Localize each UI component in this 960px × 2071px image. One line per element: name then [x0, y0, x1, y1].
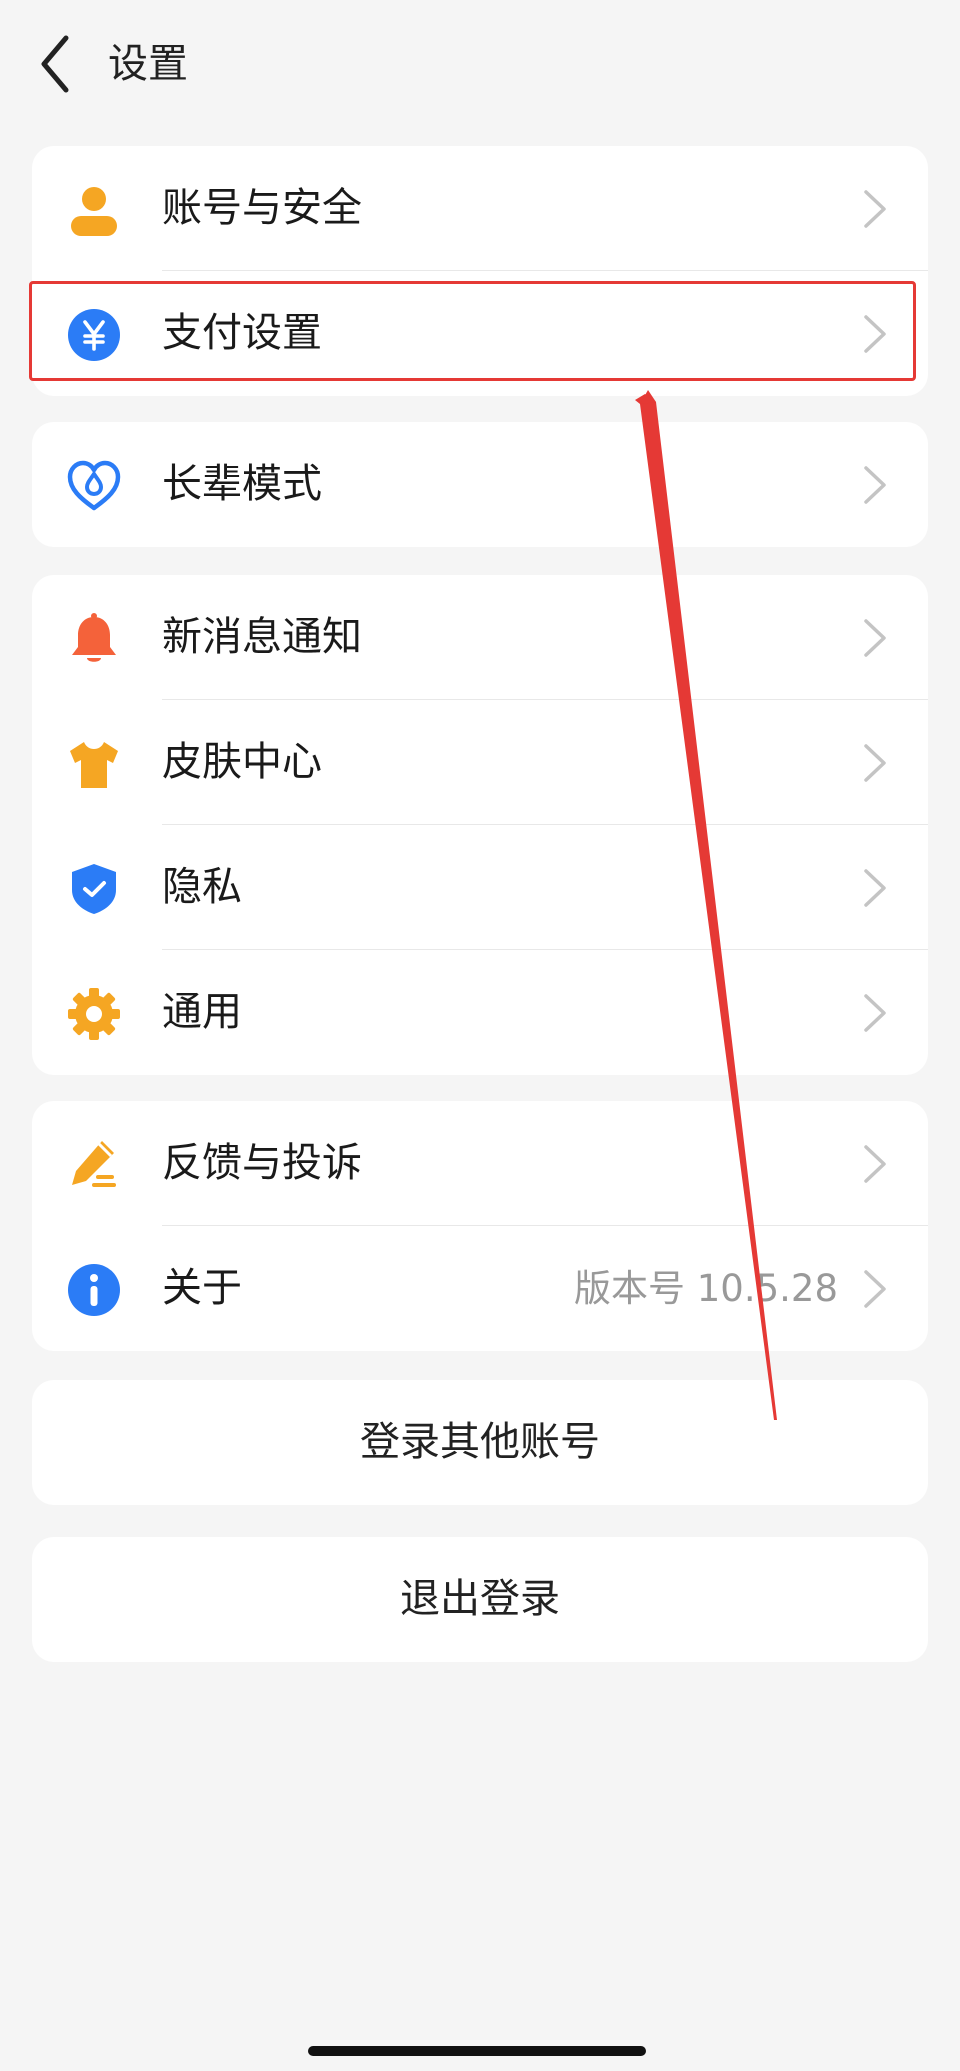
- version-text: 版本号 10.5.28: [574, 1267, 838, 1310]
- page-title: 设置: [108, 41, 188, 87]
- row-feedback[interactable]: 反馈与投诉: [32, 1101, 928, 1226]
- chevron-right-icon: [862, 1268, 888, 1310]
- row-label: 隐私: [162, 864, 242, 910]
- logout-button[interactable]: 退出登录: [32, 1537, 928, 1662]
- home-indicator: [308, 2046, 646, 2056]
- row-label: 账号与安全: [162, 185, 362, 231]
- row-privacy[interactable]: 隐私: [32, 825, 928, 950]
- chevron-right-icon: [862, 992, 888, 1034]
- row-payment-settings[interactable]: 支付设置: [32, 271, 928, 396]
- chevron-right-icon: [862, 867, 888, 909]
- row-label: 通用: [162, 989, 242, 1035]
- yuan-icon: [66, 307, 122, 363]
- chevron-right-icon: [862, 742, 888, 784]
- shield-check-icon: [66, 861, 122, 917]
- gear-icon: [66, 986, 122, 1042]
- row-skin-center[interactable]: 皮肤中心: [32, 700, 928, 825]
- info-icon: [66, 1262, 122, 1318]
- switch-account-button[interactable]: 登录其他账号: [32, 1380, 928, 1505]
- row-account-security[interactable]: 账号与安全: [32, 146, 928, 271]
- back-button[interactable]: [30, 28, 82, 100]
- header: 设置: [0, 0, 960, 130]
- row-elder-mode[interactable]: 长辈模式: [32, 422, 928, 547]
- row-label: 反馈与投诉: [162, 1140, 362, 1186]
- row-label: 关于: [162, 1265, 242, 1311]
- row-general[interactable]: 通用: [32, 950, 928, 1075]
- settings-group-about: 反馈与投诉 关于 版本号 10.5.28: [32, 1101, 928, 1351]
- tshirt-icon: [66, 736, 122, 792]
- pen-edit-icon: [66, 1137, 122, 1193]
- heart-care-icon: [66, 458, 122, 514]
- bell-icon: [66, 611, 122, 667]
- row-label: 皮肤中心: [162, 739, 322, 785]
- row-label: 新消息通知: [162, 614, 362, 660]
- row-about[interactable]: 关于 版本号 10.5.28: [32, 1226, 928, 1351]
- chevron-right-icon: [862, 617, 888, 659]
- settings-group-elder: 长辈模式: [32, 422, 928, 547]
- chevron-right-icon: [862, 313, 888, 355]
- row-notifications[interactable]: 新消息通知: [32, 575, 928, 700]
- row-label: 支付设置: [162, 310, 322, 356]
- row-label: 长辈模式: [162, 461, 322, 507]
- chevron-right-icon: [862, 1143, 888, 1185]
- chevron-left-icon: [30, 28, 82, 100]
- chevron-right-icon: [862, 464, 888, 506]
- user-icon: [66, 182, 122, 238]
- settings-group-general: 新消息通知 皮肤中心 隐私 通用: [32, 575, 928, 1075]
- settings-group-account: 账号与安全 支付设置: [32, 146, 928, 396]
- chevron-right-icon: [862, 188, 888, 230]
